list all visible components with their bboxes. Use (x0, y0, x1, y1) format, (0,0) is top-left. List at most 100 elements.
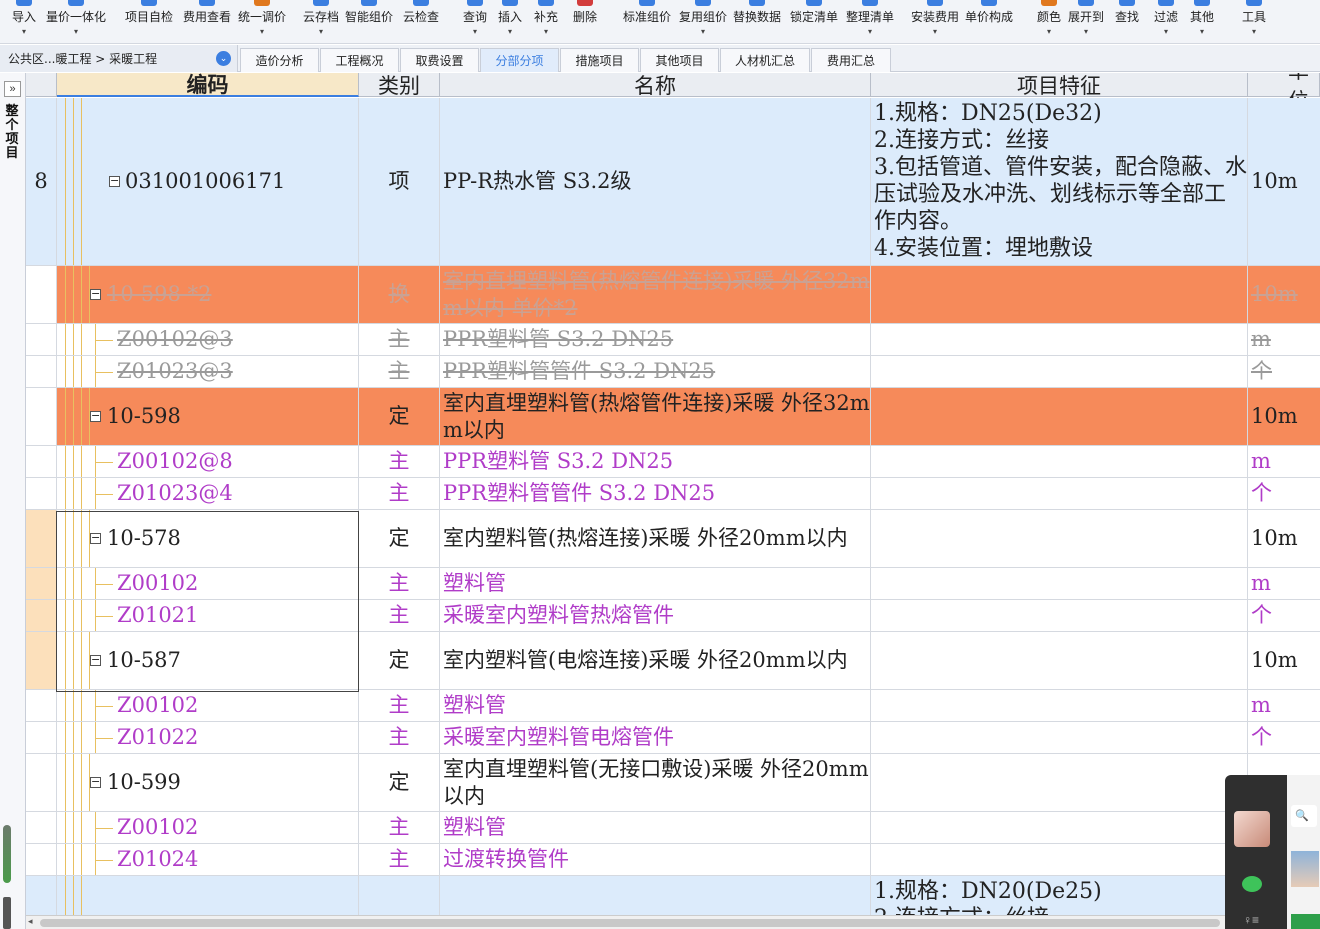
chat-thumbnail[interactable] (1291, 851, 1319, 887)
type-cell[interactable]: 换 (359, 266, 440, 323)
row-number-cell[interactable] (26, 266, 57, 323)
dropdown-arrow-icon[interactable]: ▾ (701, 28, 705, 36)
type-cell[interactable]: 定 (359, 388, 440, 445)
type-cell[interactable] (359, 876, 440, 915)
features-cell[interactable] (871, 600, 1248, 631)
dropdown-arrow-icon[interactable]: ▾ (319, 28, 323, 36)
type-cell[interactable]: 主 (359, 722, 440, 753)
table-row[interactable]: 1.规格：DN20(De25)2.连接方式：丝接 (26, 876, 1320, 915)
tab-2[interactable]: 取费设置 (400, 48, 479, 72)
dropdown-arrow-icon[interactable]: ▾ (22, 28, 26, 36)
contacts-icon[interactable]: ♀≡ (1243, 913, 1259, 927)
unit-cell[interactable]: 10m (1248, 266, 1320, 323)
code-cell[interactable]: Z01023@3 (57, 356, 359, 387)
header-unit[interactable]: 单位 (1248, 73, 1320, 113)
code-cell[interactable]: Z01023@4 (57, 478, 359, 509)
row-number-cell[interactable] (26, 568, 57, 599)
type-cell[interactable]: 主 (359, 690, 440, 721)
green-action-button[interactable] (1291, 914, 1320, 929)
name-cell[interactable]: PP-R热水管 S3.2级 (440, 98, 871, 265)
features-cell[interactable] (871, 446, 1248, 477)
row-number-cell[interactable] (26, 632, 57, 689)
scroll-left-icon[interactable]: ◂ (28, 916, 33, 927)
toolbar-button-14[interactable]: 替换数据 (727, 0, 787, 42)
code-cell[interactable]: Z01022 (57, 722, 359, 753)
row-number-cell[interactable] (26, 356, 57, 387)
chevron-down-icon[interactable]: ⌄ (216, 51, 231, 66)
unit-cell[interactable]: 个 (1248, 722, 1320, 753)
dropdown-arrow-icon[interactable]: ▾ (473, 28, 477, 36)
row-number-cell[interactable] (26, 690, 57, 721)
row-number-cell[interactable] (26, 722, 57, 753)
row-number-cell[interactable] (26, 844, 57, 875)
unit-cell[interactable]: 个 (1248, 478, 1320, 509)
features-cell[interactable] (871, 568, 1248, 599)
code-cell[interactable]: Z01024 (57, 844, 359, 875)
name-cell[interactable]: PPR塑料管 S3.2 DN25 (440, 324, 871, 355)
row-number-cell[interactable] (26, 754, 57, 811)
chat-bubble-icon[interactable] (1242, 876, 1262, 892)
collapse-icon[interactable]: − (90, 776, 101, 788)
toolbar-button-16[interactable]: 整理清单 ▾ (840, 0, 900, 42)
row-number-cell[interactable]: 8 (26, 98, 57, 265)
header-type[interactable]: 类别 (359, 73, 440, 98)
table-row[interactable]: −10-578 定 室内塑料管(热熔连接)采暖 外径20mm以内 10m (26, 510, 1320, 568)
table-row[interactable]: Z00102@3 主 PPR塑料管 S3.2 DN25 m (26, 324, 1320, 356)
unit-cell[interactable]: 10m (1248, 388, 1320, 445)
tab-7[interactable]: 费用汇总 (811, 48, 891, 72)
type-cell[interactable]: 项 (359, 98, 440, 265)
name-cell[interactable]: 塑料管 (440, 568, 871, 599)
dropdown-arrow-icon[interactable]: ▾ (868, 28, 872, 36)
unit-cell[interactable]: 10m (1248, 632, 1320, 689)
table-row[interactable]: 8−031001006171 项 PP-R热水管 S3.2级 10m 1.规格：DN25… (26, 98, 1320, 266)
row-number-cell[interactable] (26, 388, 57, 445)
type-cell[interactable]: 主 (359, 600, 440, 631)
dropdown-arrow-icon[interactable]: ▾ (1200, 28, 1204, 36)
table-row[interactable]: Z01022 主 采暖室内塑料管电熔管件 个 (26, 722, 1320, 754)
toolbar-button-13[interactable]: 复用组价 ▾ (673, 0, 733, 42)
features-cell[interactable] (871, 478, 1248, 509)
dropdown-arrow-icon[interactable]: ▾ (1047, 28, 1051, 36)
code-cell[interactable]: Z00102@3 (57, 324, 359, 355)
features-cell[interactable] (871, 388, 1248, 445)
table-row[interactable]: −10-587 定 室内塑料管(电熔连接)采暖 外径20mm以内 10m (26, 632, 1320, 690)
toolbar-button-24[interactable]: 工具 ▾ (1224, 0, 1284, 42)
collapse-icon[interactable]: − (90, 410, 101, 422)
tab-1[interactable]: 工程概况 (320, 48, 399, 72)
table-row[interactable]: Z00102 主 塑料管 m (26, 568, 1320, 600)
features-cell[interactable] (871, 754, 1248, 811)
unit-cell[interactable]: 10m (1248, 510, 1320, 567)
unit-cell[interactable]: m (1248, 324, 1320, 355)
type-cell[interactable]: 定 (359, 754, 440, 811)
unit-cell[interactable]: 个 (1248, 356, 1320, 387)
unit-cell[interactable]: m (1248, 690, 1320, 721)
code-cell[interactable]: Z00102@8 (57, 446, 359, 477)
code-cell[interactable]: Z01021 (57, 600, 359, 631)
tab-5[interactable]: 其他项目 (640, 48, 719, 72)
toolbar-button-6[interactable]: 智能组价 (339, 0, 399, 42)
row-number-cell[interactable] (26, 446, 57, 477)
collapse-icon[interactable]: − (109, 175, 120, 187)
type-cell[interactable]: 主 (359, 446, 440, 477)
tab-6[interactable]: 人材机汇总 (720, 48, 810, 72)
table-row[interactable]: Z01024 主 过渡转换管件 (26, 844, 1320, 876)
name-cell[interactable]: 室内直埋塑料管(热熔管件连接)采暖 外径32mm以内 单价*2 (440, 266, 871, 323)
name-cell[interactable]: 塑料管 (440, 812, 871, 843)
toolbar-button-18[interactable]: 单价构成 (959, 0, 1019, 42)
code-cell[interactable]: −10-599 (57, 754, 359, 811)
code-cell[interactable]: −10-598 (57, 388, 359, 445)
toolbar-button-11[interactable]: 删除 (555, 0, 615, 42)
table-row[interactable]: −10-598 定 室内直埋塑料管(热熔管件连接)采暖 外径32mm以内 10m (26, 388, 1320, 446)
name-cell[interactable]: 室内直埋塑料管(无接口敷设)采暖 外径20mm以内 (440, 754, 871, 811)
toolbar-button-7[interactable]: 云检查 (391, 0, 451, 42)
name-cell[interactable] (440, 876, 871, 915)
toolbar-button-1[interactable]: 量价一体化 ▾ (46, 0, 106, 42)
avatar[interactable] (1234, 811, 1270, 847)
row-number-cell[interactable] (26, 510, 57, 567)
breadcrumb[interactable]: 公共区...暖工程 > 采暖工程 ⌄ (0, 45, 238, 72)
type-cell[interactable]: 主 (359, 844, 440, 875)
dropdown-arrow-icon[interactable]: ▾ (933, 28, 937, 36)
dropdown-arrow-icon[interactable]: ▾ (260, 28, 264, 36)
name-cell[interactable]: 塑料管 (440, 690, 871, 721)
type-cell[interactable]: 主 (359, 356, 440, 387)
